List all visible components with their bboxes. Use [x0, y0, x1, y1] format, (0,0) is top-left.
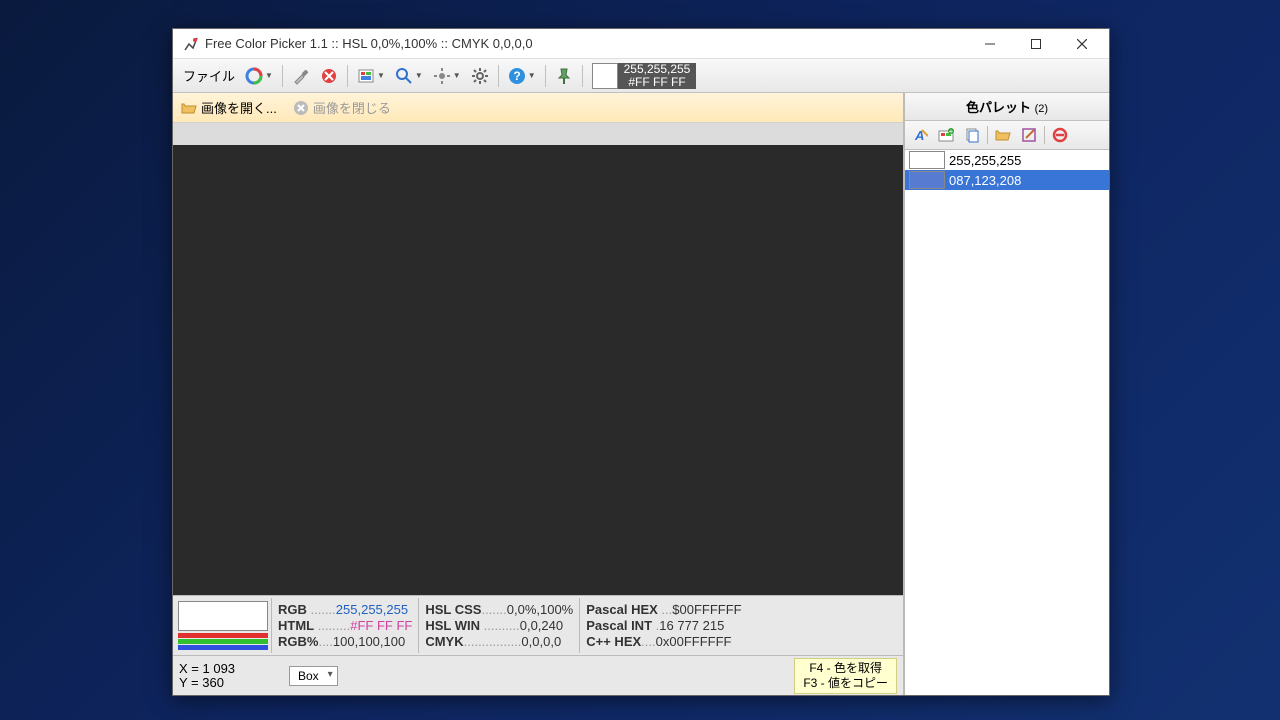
palette-list[interactable]: 255,255,255 087,123,208 [905, 150, 1109, 695]
chevron-down-icon: ▼ [528, 71, 536, 80]
cancel-button[interactable] [316, 65, 342, 87]
app-icon [183, 36, 199, 52]
close-button[interactable] [1059, 29, 1105, 59]
open-image-button[interactable]: 画像を開く... [173, 95, 285, 120]
svg-text:?: ? [513, 69, 520, 83]
pin-button[interactable] [551, 65, 577, 87]
info-row: CMYK................0,0,0,0 [425, 634, 573, 649]
help-button[interactable]: ? ▼ [504, 65, 540, 87]
palette-header: 色パレット (2) [905, 93, 1109, 121]
window-title: Free Color Picker 1.1 :: HSL 0,0%,100% :… [205, 36, 967, 51]
folder-open-icon [181, 100, 197, 116]
chevron-down-icon: ▼ [453, 71, 461, 80]
main-toolbar: ファイル ▼ ▼ ▼ ▼ ? ▼ [173, 59, 1109, 93]
close-image-button: 画像を閉じる [285, 95, 399, 120]
info-column: Pascal HEX ...$00FFFFFFPascal INT .16 77… [579, 598, 747, 653]
minimize-button[interactable] [967, 29, 1013, 59]
palette-item-swatch [909, 151, 945, 169]
settings-button[interactable] [467, 65, 493, 87]
cursor-coords: X = 1 093 Y = 360 [179, 662, 279, 690]
color-swatch [592, 63, 618, 89]
palette-pane: 色パレット (2) A + 255,255,255 087,123,208 [905, 93, 1109, 695]
image-toolbar: 画像を開く... 画像を閉じる [173, 93, 903, 123]
color-info-panel: RGB .......255,255,255HTML .........#FF … [173, 595, 903, 655]
chevron-down-icon: ▼ [265, 71, 273, 80]
info-row: HTML .........#FF FF FF [278, 618, 412, 633]
palette-toolbar: A + [905, 121, 1109, 150]
info-row: C++ HEX....0x00FFFFFF [586, 634, 741, 649]
info-row: RGB .......255,255,255 [278, 602, 412, 617]
chevron-down-icon: ▼ [415, 71, 423, 80]
app-window: Free Color Picker 1.1 :: HSL 0,0%,100% :… [172, 28, 1110, 696]
file-menu[interactable]: ファイル [179, 64, 239, 87]
tools-button[interactable]: ▼ [429, 65, 465, 87]
image-canvas[interactable] [173, 145, 903, 595]
canvas-container [173, 123, 903, 595]
palette-copy-button[interactable] [961, 124, 983, 146]
palette-font-button[interactable]: A [909, 124, 931, 146]
palette-edit-button[interactable] [1018, 124, 1040, 146]
eyedropper-button[interactable] [288, 65, 314, 87]
info-row: Pascal INT .16 777 215 [586, 618, 741, 633]
palette-item-label: 087,123,208 [949, 173, 1021, 188]
info-row: RGB%....100,100,100 [278, 634, 412, 649]
titlebar: Free Color Picker 1.1 :: HSL 0,0%,100% :… [173, 29, 1109, 59]
palette-open-button[interactable] [992, 124, 1014, 146]
info-row: Pascal HEX ...$00FFFFFF [586, 602, 741, 617]
status-bar: X = 1 093 Y = 360 Box F4 - 色を取得 F3 - 値をコ… [173, 655, 903, 695]
hint-box: F4 - 色を取得 F3 - 値をコピー [794, 658, 897, 694]
maximize-button[interactable] [1013, 29, 1059, 59]
svg-text:+: + [949, 127, 954, 136]
current-color-display: 255,255,255 #FF FF FF [592, 63, 697, 89]
close-circle-icon [293, 100, 309, 116]
palette-item-label: 255,255,255 [949, 153, 1021, 168]
image-pane: 画像を開く... 画像を閉じる R [173, 93, 905, 695]
image-button[interactable]: ▼ [353, 65, 389, 87]
color-rgb-text: 255,255,255 [624, 63, 691, 76]
preview-swatch [178, 601, 268, 631]
color-hex-text: #FF FF FF [624, 76, 691, 89]
chevron-down-icon: ▼ [377, 71, 385, 80]
zoom-button[interactable]: ▼ [391, 65, 427, 87]
color-wheel-button[interactable]: ▼ [241, 65, 277, 87]
palette-item[interactable]: 255,255,255 [905, 150, 1109, 170]
info-column: HSL CSS.......0,0%,100%HSL WIN .........… [418, 598, 579, 653]
rgb-bars [178, 633, 268, 650]
palette-item-swatch [909, 171, 945, 189]
info-column: RGB .......255,255,255HTML .........#FF … [271, 598, 418, 653]
sample-mode-select[interactable]: Box [289, 666, 338, 686]
palette-delete-button[interactable] [1049, 124, 1071, 146]
palette-add-button[interactable]: + [935, 124, 957, 146]
info-row: HSL CSS.......0,0%,100% [425, 602, 573, 617]
info-row: HSL WIN ..........0,0,240 [425, 618, 573, 633]
palette-item[interactable]: 087,123,208 [905, 170, 1109, 190]
